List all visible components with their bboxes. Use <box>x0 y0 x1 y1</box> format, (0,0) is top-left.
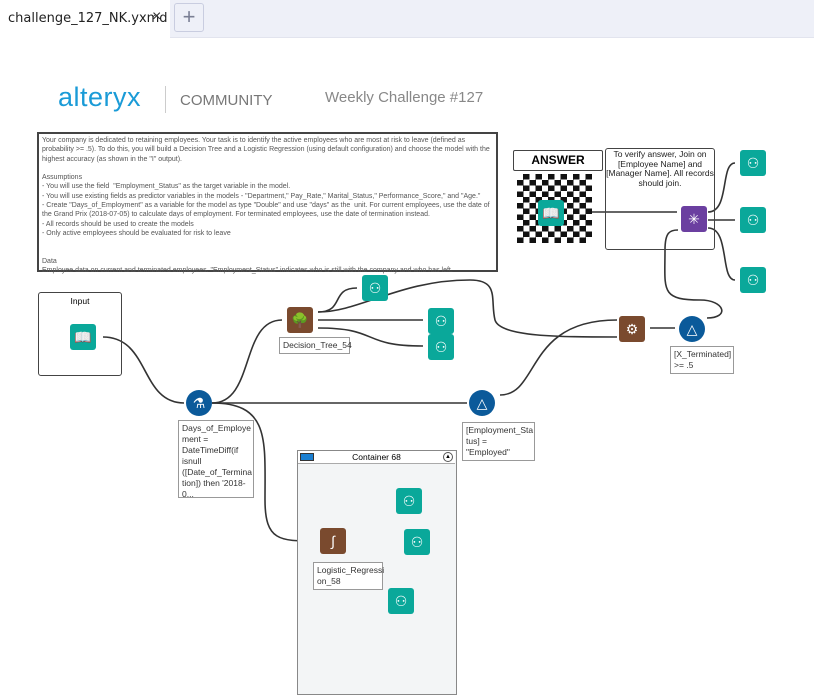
sigmoid-icon: ∫ <box>331 533 335 549</box>
decision-tree-tool[interactable]: 🌳 <box>287 307 313 333</box>
flask-icon: ⚗ <box>192 394 206 411</box>
binoculars-icon: ⚇ <box>746 154 760 171</box>
browse-tool-join-l[interactable]: ⚇ <box>740 150 766 176</box>
filter-terminated-tool[interactable]: △ <box>679 316 705 342</box>
join-tool[interactable]: ✳ <box>681 206 707 232</box>
browse-tool-lr-i[interactable]: ⚇ <box>388 588 414 614</box>
container-title: Container 68 <box>352 452 401 462</box>
filter-icon: △ <box>476 394 488 411</box>
wire-filter-score <box>499 319 618 396</box>
binoculars-icon: ⚇ <box>402 492 416 509</box>
join-icon: ✳ <box>688 210 700 227</box>
filter-icon: △ <box>686 320 698 337</box>
formula-annotation: Days_of_Employe ment = DateTimeDiff(if i… <box>178 420 254 499</box>
browse-tool-join-r[interactable]: ⚇ <box>740 267 766 293</box>
wire-formula-dt <box>211 319 283 404</box>
book-icon: 📖 <box>74 328 92 345</box>
binoculars-icon: ⚇ <box>746 211 760 228</box>
logistic-regression-tool[interactable]: ∫ <box>320 528 346 554</box>
browse-tool-dt-r[interactable]: ⚇ <box>428 308 454 334</box>
binoculars-icon: ⚇ <box>394 592 408 609</box>
filter-employed-annotation: [Employment_Sta tus] = "Employed" <box>462 422 535 461</box>
browse-tool-join-j[interactable]: ⚇ <box>740 207 766 233</box>
container-toggle[interactable] <box>300 453 314 461</box>
browse-tool-lr-r[interactable]: ⚇ <box>404 529 430 555</box>
browse-tool-lr-o[interactable]: ⚇ <box>396 488 422 514</box>
container-header: Container 68 <box>298 451 455 464</box>
filter-employed-tool[interactable]: △ <box>469 390 495 416</box>
binoculars-icon: ⚇ <box>410 533 424 550</box>
formula-tool[interactable]: ⚗ <box>186 390 212 416</box>
answer-input-tool[interactable]: 📖 <box>538 200 564 226</box>
collapse-icon[interactable]: ▲ <box>443 452 453 462</box>
decision-tree-annotation: Decision_Tree_54 <box>279 337 352 354</box>
wire-dt-browse1 <box>317 287 358 313</box>
join-comment[interactable]: To verify answer, Join on [Employee Name… <box>605 148 715 250</box>
logistic-annotation: Logistic_Regressi on_58 <box>313 562 384 590</box>
binoculars-icon: ⚇ <box>368 279 382 296</box>
binoculars-icon: ⚇ <box>434 338 448 355</box>
binoculars-icon: ⚇ <box>746 271 760 288</box>
browse-tool-dt-o[interactable]: ⚇ <box>362 275 388 301</box>
filter-terminated-annotation: [X_Terminated] >= .5 <box>670 346 734 374</box>
book-icon: 📖 <box>542 204 560 221</box>
score-icon: ⚙ <box>625 320 639 337</box>
answer-label: ANSWER <box>513 150 603 171</box>
input-data-tool[interactable]: 📖 <box>70 324 96 350</box>
browse-tool-dt-i[interactable]: ⚇ <box>428 334 454 360</box>
tree-icon: 🌳 <box>291 311 309 328</box>
binoculars-icon: ⚇ <box>434 312 448 329</box>
score-tool[interactable]: ⚙ <box>619 316 645 342</box>
input-label: Input <box>70 296 90 306</box>
